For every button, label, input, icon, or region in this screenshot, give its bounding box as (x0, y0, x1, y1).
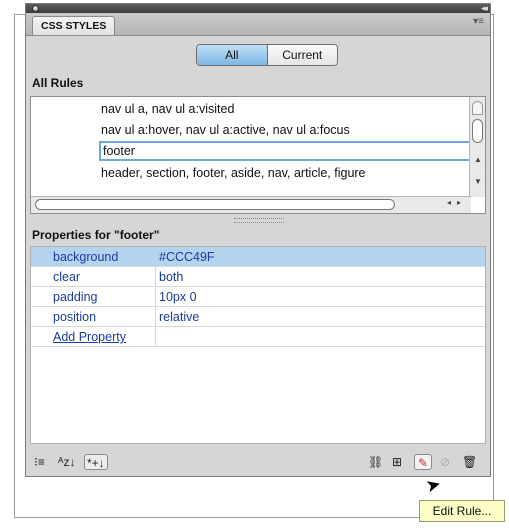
new-css-rule-icon[interactable]: ⊞ (392, 454, 402, 470)
scroll-down-arrow-icon[interactable]: ▼ (474, 177, 482, 186)
rules-vertical-scrollbar[interactable]: ▲ ▼ (469, 97, 485, 197)
rules-list[interactable]: nav ul a, nav ul a:visited nav ul a:hove… (30, 96, 486, 214)
all-rules-heading[interactable]: All Rules (26, 72, 490, 94)
all-mode-button[interactable]: All (197, 45, 268, 65)
tab-css-styles[interactable]: CSS STYLES (32, 16, 116, 35)
property-value[interactable]: relative (159, 307, 199, 327)
alphabetical-view-icon[interactable]: ᴬz↓ (58, 454, 75, 470)
rule-item[interactable]: nav ul a, nav ul a:visited (101, 99, 234, 119)
set-properties-view-icon[interactable]: *+↓ (84, 454, 108, 470)
add-property-row: Add Property (31, 327, 485, 347)
panel-options-menu-icon[interactable]: ▾≡ (473, 16, 484, 27)
close-panel-icon[interactable] (32, 5, 39, 12)
css-styles-panel: ◂◂ CSS STYLES ▾≡ All Current All Rules n… (25, 3, 491, 477)
panel-bottom-toolbar: ⁝≡ ᴬz↓ *+↓ ⛓ ⊞ ✎ ⊘ 🗑 (26, 448, 490, 476)
property-value[interactable]: #CCC49F (159, 247, 215, 267)
property-row[interactable]: padding 10px 0 (31, 287, 485, 307)
property-row[interactable]: clear both (31, 267, 485, 287)
scrollbar-track-cap (472, 101, 483, 115)
scrollbar-thumb[interactable] (472, 119, 483, 143)
scrollbar-thumb[interactable] (35, 199, 395, 210)
current-mode-button[interactable]: Current (267, 45, 337, 65)
edit-rule-icon[interactable]: ✎ (414, 454, 432, 470)
delete-icon[interactable]: 🗑 (462, 454, 477, 470)
scroll-up-arrow-icon[interactable]: ▲ (474, 155, 482, 164)
rules-horizontal-scrollbar[interactable]: ◂▸ (31, 196, 471, 213)
rule-item[interactable]: header, section, footer, aside, nav, art… (101, 163, 366, 183)
category-view-icon[interactable]: ⁝≡ (34, 454, 45, 470)
edit-rule-tooltip: Edit Rule... (419, 500, 505, 522)
panel-title-strip: ◂◂ (26, 3, 490, 13)
panel-tab-bar: CSS STYLES ▾≡ (26, 13, 490, 36)
property-name: position (53, 310, 97, 324)
pane-splitter[interactable] (234, 218, 284, 223)
property-name: clear (53, 270, 81, 284)
properties-heading: Properties for "footer" (26, 224, 490, 246)
property-row[interactable]: position relative (31, 307, 485, 327)
property-row-selected[interactable]: background #CCC49F (31, 247, 485, 267)
property-name: background (53, 250, 119, 264)
attach-style-sheet-icon[interactable]: ⛓ (368, 454, 383, 470)
all-current-toggle: All Current (196, 44, 338, 66)
rule-item[interactable]: nav ul a:hover, nav ul a:active, nav ul … (101, 120, 350, 140)
add-property-link[interactable]: Add Property (53, 327, 126, 347)
property-value[interactable]: 10px 0 (159, 287, 197, 307)
disable-property-icon[interactable]: ⊘ (440, 454, 450, 470)
property-value[interactable]: both (159, 267, 183, 287)
property-name: padding (53, 290, 98, 304)
rule-item-selected[interactable]: footer (99, 141, 471, 161)
properties-table: background #CCC49F clear both padding 10… (30, 246, 486, 444)
scroll-left-right-arrows-icon[interactable]: ◂▸ (447, 198, 467, 207)
